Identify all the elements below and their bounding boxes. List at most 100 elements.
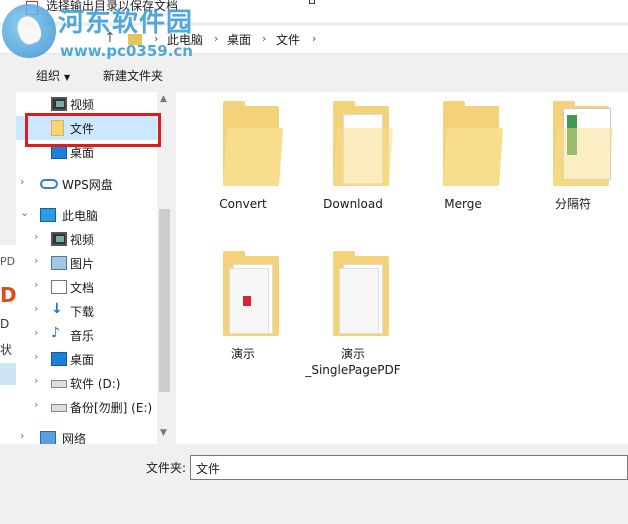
drive-icon [51, 404, 67, 412]
nav-item-videos[interactable]: › 视频 [16, 227, 157, 251]
folder-name: 演示 [230, 347, 255, 361]
scroll-up-icon[interactable]: ▲ [160, 94, 167, 104]
folder-item-demo-singlepagepdf[interactable]: 演示 _SinglePagePDF [298, 242, 408, 382]
breadcrumb-desktop[interactable]: 桌面 [227, 31, 251, 48]
window-title: 选择输出目录以保存文档 [46, 0, 179, 13]
drive-icon [51, 380, 67, 388]
folder-icon [223, 251, 279, 336]
chevron-right-icon[interactable]: › [20, 175, 24, 188]
background-app-text: PD [0, 255, 16, 268]
chevron-right-icon[interactable]: › [34, 374, 38, 387]
background-app-text: 状 [0, 343, 13, 357]
nav-item-label: 文档 [70, 281, 95, 295]
chevron-right-icon[interactable]: › [34, 398, 38, 411]
caret-down-icon: ▼ [64, 73, 71, 82]
breadcrumb-files[interactable]: 文件 [276, 31, 300, 48]
nav-item-label: 备份[勿删] (E:) [70, 401, 153, 415]
documents-icon [51, 280, 67, 294]
annotation-highlight-box [25, 113, 161, 147]
folder-icon [443, 101, 504, 186]
chevron-down-icon[interactable]: ⌄ [20, 206, 29, 219]
cloud-icon [40, 179, 58, 189]
folder-name-value: 文件 [196, 462, 221, 476]
chevron-right-icon[interactable]: › [34, 302, 38, 315]
folder-item-demo[interactable]: 演示 [188, 242, 298, 382]
chevron-right-icon[interactable]: › [34, 350, 38, 363]
nav-item-label: 此电脑 [62, 209, 99, 223]
app-icon [26, 1, 38, 15]
nav-item-desktop[interactable]: › 桌面 [16, 347, 157, 371]
title-bar: 选择输出目录以保存文档 [0, 0, 628, 22]
folder-name: Download [323, 197, 383, 211]
folder-item-download[interactable]: Download [298, 92, 408, 232]
nav-item-drive-d[interactable]: › 软件 (D:) [16, 371, 157, 395]
nav-item-wps-cloud[interactable]: › WPS网盘 [16, 172, 157, 196]
nav-item-label: 桌面 [70, 353, 95, 367]
breadcrumb-this-pc[interactable]: 此电脑 [167, 31, 203, 48]
computer-icon [40, 208, 56, 222]
folder-name-line: _SinglePagePDF [305, 363, 401, 377]
background-app-text: D [0, 317, 10, 331]
nav-item-label: 软件 (D:) [70, 377, 121, 391]
scroll-down-icon[interactable]: ▼ [160, 428, 167, 438]
download-icon: ↓ [51, 301, 63, 317]
organize-label: 组织 [36, 69, 61, 83]
folder-label: 文件夹: [146, 461, 187, 475]
folder-item-convert[interactable]: Convert [188, 92, 298, 232]
background-app-selection [0, 363, 16, 385]
chevron-right-icon[interactable]: › [262, 32, 266, 45]
chevron-right-icon[interactable]: › [34, 278, 38, 291]
nav-item-pictures[interactable]: › 图片 [16, 251, 157, 275]
folder-name: Convert [219, 197, 267, 211]
nav-item-this-pc[interactable]: ⌄ 此电脑 [16, 203, 157, 227]
nav-item-drive-e[interactable]: › 备份[勿删] (E:) [16, 395, 157, 419]
organize-button[interactable]: 组织 ▼ [36, 67, 70, 84]
folder-name: 分隔符 [554, 197, 591, 211]
nav-item-documents[interactable]: › 文档 [16, 275, 157, 299]
nav-item-downloads[interactable]: › ↓ 下载 [16, 299, 157, 323]
chevron-right-icon[interactable]: › [214, 32, 218, 45]
video-icon [51, 232, 67, 246]
desktop-icon [51, 352, 67, 366]
desktop-icon [51, 145, 67, 159]
video-icon [51, 97, 67, 111]
network-icon [40, 431, 56, 444]
nav-item-label: 下载 [70, 305, 95, 319]
nav-item-label: 网络 [62, 432, 87, 444]
nav-item-label: 图片 [70, 257, 95, 271]
folder-icon [333, 101, 394, 186]
dialog-footer: 文件夹: 文件 [0, 444, 628, 524]
folder-icon [223, 101, 284, 186]
nav-item-label: WPS网盘 [62, 178, 113, 192]
chevron-right-icon[interactable]: › [20, 429, 24, 442]
chevron-right-icon[interactable]: › [34, 254, 38, 267]
folder-icon [553, 101, 614, 186]
scrollbar-thumb[interactable] [159, 209, 170, 392]
file-list[interactable]: Convert Download Merge 分隔符 演示 演示 _Single… [176, 92, 628, 444]
nav-item-label: 音乐 [70, 329, 95, 343]
music-icon: ♪ [51, 325, 60, 341]
command-bar: 组织 ▼ 新建文件夹 [0, 62, 628, 88]
folder-icon [128, 34, 142, 45]
address-bar[interactable]: ↑ › 此电脑 › 桌面 › 文件 › [0, 26, 628, 54]
up-arrow-icon[interactable]: ↑ [104, 30, 116, 46]
chevron-right-icon[interactable]: › [34, 230, 38, 243]
background-app-logo: D [0, 283, 16, 307]
nav-item-network[interactable]: › 网络 [16, 426, 157, 444]
folder-name-input[interactable]: 文件 [190, 455, 628, 480]
folder-item-separator[interactable]: 分隔符 [518, 92, 628, 232]
nav-item-label: 视频 [70, 98, 95, 112]
folder-name: Merge [444, 197, 482, 211]
folder-item-merge[interactable]: Merge [408, 92, 518, 232]
window-control-icon[interactable] [309, 0, 315, 4]
folder-name-line: 演示 [340, 347, 365, 361]
nav-item-music[interactable]: › ♪ 音乐 [16, 323, 157, 347]
chevron-right-icon[interactable]: › [34, 326, 38, 339]
folder-name: 演示 _SinglePagePDF [298, 346, 408, 378]
pictures-icon [51, 256, 67, 270]
chevron-right-icon[interactable]: › [154, 32, 158, 45]
chevron-right-icon[interactable]: › [312, 32, 316, 45]
nav-item-label: 视频 [70, 233, 95, 247]
folder-icon [333, 251, 389, 336]
new-folder-button[interactable]: 新建文件夹 [103, 67, 163, 84]
